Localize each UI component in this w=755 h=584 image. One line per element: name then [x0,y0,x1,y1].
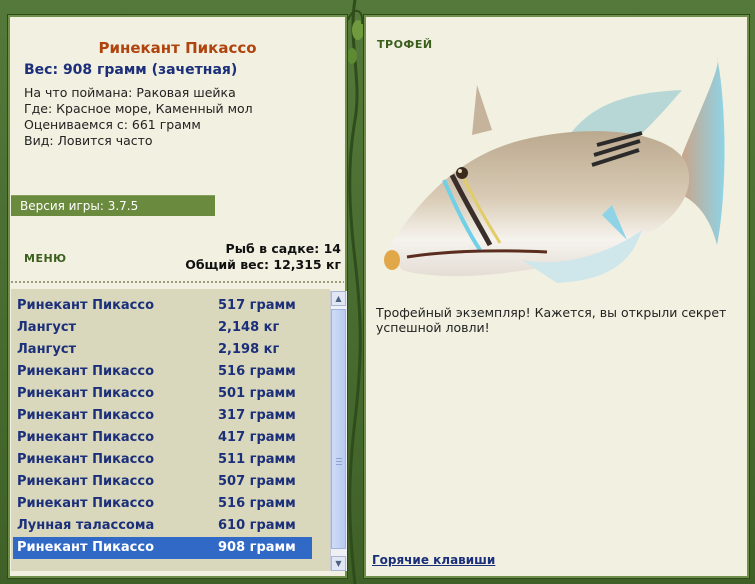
catch-fish-weight: 908 грамм [218,540,296,555]
fish-kind: Вид: Ловится часто [24,133,153,148]
divider [11,281,344,283]
hotkeys-link[interactable]: Горячие клавиши [372,553,495,567]
catch-fish-name: Ринекант Пикассо [17,474,155,489]
cage-stats: Рыб в садке: 14 Общий вес: 12,315 кг [185,241,341,273]
fish-weight-line: Вес: 908 грамм (зачетная) [24,62,238,78]
catch-fish-weight: 610 грамм [218,518,296,533]
menu-button[interactable]: МЕНЮ [24,252,67,265]
fish-bait: На что поймана: Раковая шейка [24,85,236,100]
catch-list-row[interactable]: Ринекант Пикассо 516 грамм [13,493,312,515]
catch-list-row[interactable]: Ринекант Пикассо 417 грамм [13,427,312,449]
catch-fish-name: Лангуст [17,342,77,357]
catch-fish-name: Ринекант Пикассо [17,496,155,511]
catch-fish-weight: 507 грамм [218,474,296,489]
catch-list-row[interactable]: Ринекант Пикассо 511 грамм [13,449,312,471]
trophy-description: Трофейный экземпляр! Кажется, вы открыли… [376,305,727,335]
catch-fish-weight: 501 грамм [218,386,296,401]
catch-list-row[interactable]: Ринекант Пикассо 501 грамм [13,383,312,405]
scroll-down-icon[interactable]: ▼ [331,556,346,571]
catch-fish-name: Ринекант Пикассо [17,408,155,423]
catch-fish-name: Лунная талассома [17,518,155,533]
catch-list[interactable]: Ринекант Пикассо 517 грамм Лангуст 2,148 кг… [11,289,330,571]
catch-fish-weight: 417 грамм [218,430,296,445]
catch-fish-name: Лангуст [17,320,77,335]
catch-list-row[interactable]: Ринекант Пикассо 507 грамм [13,471,312,493]
fish-title: Ринекант Пикассо [98,39,257,57]
catch-fish-name: Ринекант Пикассо [17,540,155,555]
grip-icon [336,458,342,466]
trophy-panel: ТРОФЕЙ Трофейный экземпляр! Кажется, вы … [363,14,750,579]
catch-list-row[interactable]: Лунная талассома 610 грамм [13,515,312,537]
total-weight: Общий вес: 12,315 кг [185,257,341,272]
picasso-triggerfish-image [384,57,725,283]
fish-info-panel: Ринекант Пикассо Вес: 908 грамм (зачетна… [7,14,348,579]
fish-count: Рыб в садке: 14 [225,241,341,256]
catch-fish-weight: 317 грамм [218,408,296,423]
catch-list-row[interactable]: Лангуст 2,198 кг [13,339,312,361]
catch-fish-name: Ринекант Пикассо [17,386,155,401]
catch-fish-name: Ринекант Пикассо [17,430,155,445]
catch-fish-weight: 516 грамм [218,364,296,379]
catch-list-row[interactable]: Лангуст 2,148 кг [13,317,312,339]
catch-fish-weight: 511 грамм [218,452,296,467]
catch-fish-weight: 2,198 кг [218,342,280,357]
fish-valued-from: Оцениваемся с: 661 грамм [24,117,201,132]
scrollbar-thumb[interactable] [331,309,346,549]
catch-list-row[interactable]: Ринекант Пикассо 517 грамм [13,295,312,317]
catch-list-row[interactable]: Ринекант Пикассо 908 грамм [13,537,312,559]
list-scrollbar[interactable]: ▲ ▼ [330,291,347,571]
catch-fish-weight: 516 грамм [218,496,296,511]
fish-location: Где: Красное море, Каменный мол [24,101,253,116]
version-bar: Версия игры: 3.7.5 [11,195,215,216]
catch-list-row[interactable]: Ринекант Пикассо 317 грамм [13,405,312,427]
catch-fish-name: Ринекант Пикассо [17,364,155,379]
catch-fish-weight: 2,148 кг [218,320,280,335]
catch-list-row[interactable]: Ринекант Пикассо 516 грамм [13,361,312,383]
catch-fish-weight: 517 грамм [218,298,296,313]
catch-fish-name: Ринекант Пикассо [17,452,155,467]
catch-fish-name: Ринекант Пикассо [17,298,155,313]
scroll-up-icon[interactable]: ▲ [331,291,346,306]
